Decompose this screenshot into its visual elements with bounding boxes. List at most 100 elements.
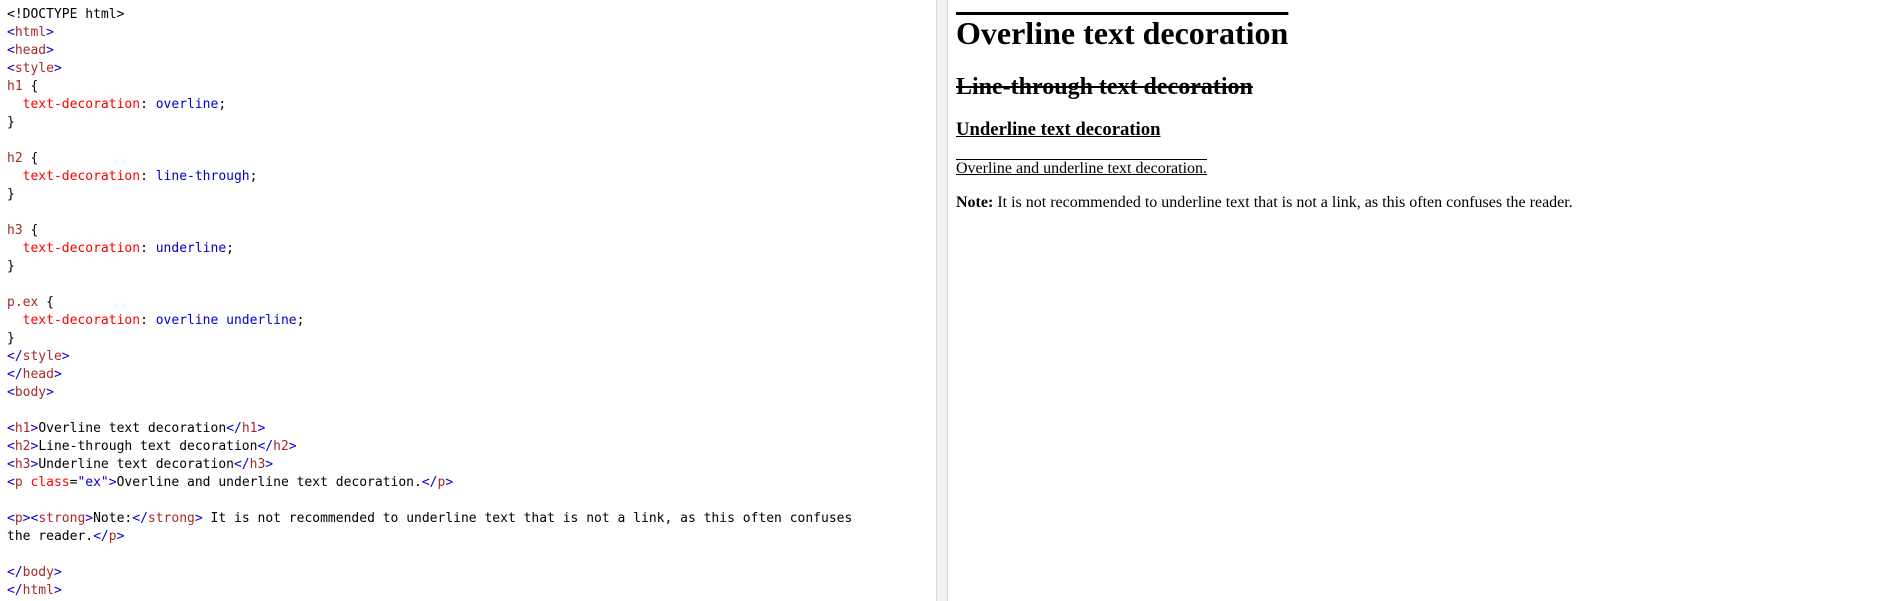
code-token: : <box>140 169 156 184</box>
code-line: the reader.</p> <box>7 528 936 546</box>
code-line: <!DOCTYPE html> <box>7 6 936 24</box>
code-token: </ <box>93 529 109 544</box>
code-token: < <box>7 457 15 472</box>
code-token: </ <box>132 511 148 526</box>
preview-h1: Overline text decoration <box>956 15 1289 51</box>
code-token: } <box>7 115 15 130</box>
code-token: > <box>53 61 62 76</box>
code-token: < <box>7 385 15 400</box>
code-token: > <box>85 511 94 526</box>
code-line: <body> <box>7 384 936 402</box>
code-token: > <box>46 25 54 40</box>
code-token: </ <box>7 565 23 580</box>
code-token: </ <box>421 475 438 490</box>
code-token: html <box>14 25 47 40</box>
code-token: html <box>22 583 54 598</box>
code-line: </html> <box>7 582 936 600</box>
code-token: > <box>257 421 266 436</box>
code-token: : <box>140 313 156 328</box>
code-token: ; <box>249 169 258 184</box>
code-token: : <box>140 97 156 112</box>
code-token: body <box>14 385 47 400</box>
code-token: p <box>14 475 31 490</box>
code-token: p <box>14 511 23 526</box>
code-token: text-decoration <box>22 169 141 184</box>
code-token: </ <box>7 367 23 382</box>
code-editor[interactable]: <!DOCTYPE html> <html> <head> <style> h1 { t… <box>0 0 936 601</box>
code-token: Note: <box>93 511 133 526</box>
code-token: } <box>7 259 15 274</box>
code-token: < <box>7 421 15 436</box>
code-token: > <box>53 565 62 580</box>
code-token: </ <box>233 457 250 472</box>
code-token: class <box>30 475 70 490</box>
code-token: </ <box>226 421 242 436</box>
code-token: > <box>445 475 454 490</box>
code-token: text-decoration <box>22 241 141 256</box>
preview-note-paragraph: Note: It is not recommended to underline… <box>956 193 1879 213</box>
code-line: text-decoration: underline; <box>7 240 936 258</box>
code-line: </head> <box>7 366 936 384</box>
code-token: > <box>116 529 125 544</box>
code-token: > <box>46 43 54 58</box>
code-token: } <box>7 187 15 202</box>
code-text[interactable]: <!DOCTYPE html> <html> <head> <style> h1 { t… <box>0 0 936 600</box>
code-token: < <box>7 511 15 526</box>
note-label: Note: <box>956 194 994 211</box>
code-token: </ <box>7 583 23 598</box>
result-preview: Overline text decoration Line-through te… <box>948 0 1879 601</box>
code-token: overline <box>155 97 219 112</box>
code-line: <head> <box>7 42 936 60</box>
code-token: </ <box>257 439 274 454</box>
code-token: Underline text decoration <box>38 457 234 472</box>
code-token: > <box>53 583 62 598</box>
code-token: h1 <box>14 421 31 436</box>
code-token: head <box>14 43 47 58</box>
code-line: </body> <box>7 564 936 582</box>
code-line: h2 { <box>7 150 936 168</box>
code-token: < <box>7 475 15 490</box>
code-line: <html> <box>7 24 936 42</box>
code-token: text-decoration <box>22 97 141 112</box>
code-token: "ex" <box>77 475 109 490</box>
code-token: > <box>265 457 274 472</box>
code-line: <h1>Overline text decoration</h1> <box>7 420 936 438</box>
code-token: { <box>30 223 39 238</box>
code-line: <h3>Underline text decoration</h3> <box>7 456 936 474</box>
code-token: strong <box>38 511 86 526</box>
code-line: } <box>7 330 936 348</box>
code-line: <h2>Line-through text decoration</h2> <box>7 438 936 456</box>
code-token: h3 <box>7 223 31 238</box>
code-token: style <box>14 61 54 76</box>
preview-h2: Line-through text decoration <box>956 74 1253 100</box>
code-token: { <box>30 79 39 94</box>
code-line: } <box>7 186 936 204</box>
code-token: { <box>46 295 54 310</box>
code-token: < <box>7 43 15 58</box>
code-line: h1 { <box>7 78 936 96</box>
code-token: h3 <box>14 457 31 472</box>
code-line: text-decoration: overline underline; <box>7 312 936 330</box>
code-token: </ <box>7 349 23 364</box>
code-token: : <box>140 241 156 256</box>
code-token: text-decoration <box>22 313 141 328</box>
code-token: style <box>22 349 62 364</box>
code-token: ; <box>226 241 234 256</box>
code-token: > <box>46 385 54 400</box>
code-token: the reader. <box>7 529 94 544</box>
code-token: strong <box>147 511 195 526</box>
pane-divider[interactable] <box>936 0 948 601</box>
code-token: h1 <box>7 79 31 94</box>
code-token: underline <box>155 241 227 256</box>
code-token: p <box>108 529 117 544</box>
code-token: Overline text decoration <box>38 421 227 436</box>
code-token: Line-through text decoration <box>38 439 258 454</box>
code-line: <p><strong>Note:</strong> It is not reco… <box>7 510 936 528</box>
